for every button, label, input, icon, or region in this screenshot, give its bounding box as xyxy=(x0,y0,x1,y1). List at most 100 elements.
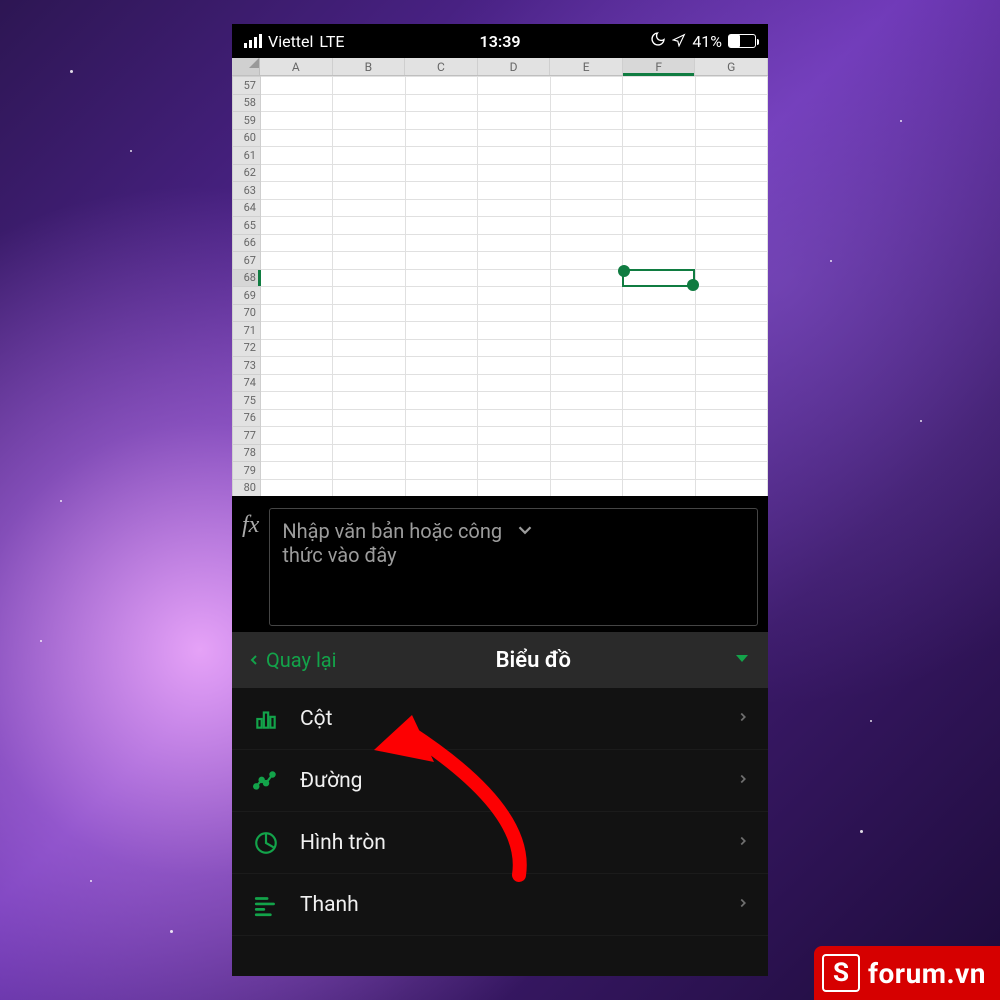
cell[interactable] xyxy=(478,339,550,357)
cell[interactable] xyxy=(695,339,767,357)
cell[interactable] xyxy=(550,339,622,357)
cell[interactable] xyxy=(623,94,695,112)
cell[interactable] xyxy=(405,252,477,270)
cell[interactable] xyxy=(478,392,550,410)
column-header-B[interactable]: B xyxy=(333,58,406,75)
cell[interactable] xyxy=(695,392,767,410)
cell[interactable] xyxy=(478,112,550,130)
cell[interactable] xyxy=(333,374,405,392)
spreadsheet[interactable]: ABCDEFG 57585960616263646566676869707172… xyxy=(232,58,768,496)
row-header[interactable]: 60 xyxy=(233,129,261,147)
cell[interactable] xyxy=(550,287,622,305)
cell[interactable] xyxy=(695,374,767,392)
cell[interactable] xyxy=(478,234,550,252)
cell[interactable] xyxy=(550,409,622,427)
cell[interactable] xyxy=(550,129,622,147)
cell[interactable] xyxy=(695,147,767,165)
cell[interactable] xyxy=(333,199,405,217)
cell[interactable] xyxy=(333,234,405,252)
cell[interactable] xyxy=(261,252,333,270)
column-header-C[interactable]: C xyxy=(405,58,478,75)
cell[interactable] xyxy=(623,304,695,322)
cell[interactable] xyxy=(405,427,477,445)
cell[interactable] xyxy=(478,322,550,340)
cell[interactable] xyxy=(695,182,767,200)
chart-type-hình-tròn[interactable]: Hình tròn xyxy=(232,812,768,874)
cell[interactable] xyxy=(695,304,767,322)
column-header-E[interactable]: E xyxy=(550,58,623,75)
cell[interactable] xyxy=(550,199,622,217)
cell[interactable] xyxy=(405,199,477,217)
cell[interactable] xyxy=(478,427,550,445)
cell[interactable] xyxy=(333,164,405,182)
cell[interactable] xyxy=(695,287,767,305)
cell[interactable] xyxy=(333,444,405,462)
cell[interactable] xyxy=(261,392,333,410)
row-header[interactable]: 71 xyxy=(233,322,261,340)
column-header-F[interactable]: F xyxy=(623,58,696,75)
cell[interactable] xyxy=(695,444,767,462)
row-header[interactable]: 64 xyxy=(233,199,261,217)
cell[interactable] xyxy=(550,374,622,392)
cell[interactable] xyxy=(333,339,405,357)
cell[interactable] xyxy=(550,304,622,322)
cell[interactable] xyxy=(478,129,550,147)
cell[interactable] xyxy=(261,164,333,182)
cell[interactable] xyxy=(261,444,333,462)
cell[interactable] xyxy=(405,129,477,147)
cell[interactable] xyxy=(695,129,767,147)
chart-type-đường[interactable]: Đường xyxy=(232,750,768,812)
cell[interactable] xyxy=(623,112,695,130)
cell[interactable] xyxy=(550,147,622,165)
row-header[interactable]: 76 xyxy=(233,409,261,427)
cell[interactable] xyxy=(261,199,333,217)
row-header[interactable]: 68 xyxy=(233,269,261,287)
cell[interactable] xyxy=(333,357,405,375)
cell[interactable] xyxy=(261,322,333,340)
row-header[interactable]: 69 xyxy=(233,287,261,305)
row-header[interactable]: 70 xyxy=(233,304,261,322)
cell[interactable] xyxy=(478,217,550,235)
row-header[interactable]: 78 xyxy=(233,444,261,462)
cell[interactable] xyxy=(623,164,695,182)
formula-input[interactable]: Nhập văn bản hoặc công thức vào đây xyxy=(269,508,758,626)
cell[interactable] xyxy=(261,234,333,252)
cell[interactable] xyxy=(261,304,333,322)
row-header[interactable]: 75 xyxy=(233,392,261,410)
cell[interactable] xyxy=(405,77,477,95)
back-button[interactable]: Quay lại xyxy=(246,648,337,672)
cell[interactable] xyxy=(623,287,695,305)
cell[interactable] xyxy=(261,112,333,130)
cell[interactable] xyxy=(333,479,405,496)
chart-type-thanh[interactable]: Thanh xyxy=(232,874,768,936)
cell[interactable] xyxy=(405,234,477,252)
cell[interactable] xyxy=(405,357,477,375)
cell[interactable] xyxy=(478,182,550,200)
row-header[interactable]: 66 xyxy=(233,234,261,252)
cell[interactable] xyxy=(695,199,767,217)
cell[interactable] xyxy=(623,427,695,445)
cell[interactable] xyxy=(623,479,695,496)
cell[interactable] xyxy=(405,444,477,462)
row-header[interactable]: 62 xyxy=(233,164,261,182)
cell[interactable] xyxy=(333,462,405,480)
cell[interactable] xyxy=(478,287,550,305)
cell[interactable] xyxy=(261,217,333,235)
cell[interactable] xyxy=(405,462,477,480)
column-header-A[interactable]: A xyxy=(260,58,333,75)
cell[interactable] xyxy=(695,77,767,95)
cell[interactable] xyxy=(478,304,550,322)
cell[interactable] xyxy=(695,269,767,287)
row-header[interactable]: 59 xyxy=(233,112,261,130)
cell[interactable] xyxy=(261,129,333,147)
cell[interactable] xyxy=(261,409,333,427)
cell[interactable] xyxy=(623,269,695,287)
cell[interactable] xyxy=(405,164,477,182)
cell[interactable] xyxy=(550,444,622,462)
cell[interactable] xyxy=(550,269,622,287)
column-header-G[interactable]: G xyxy=(695,58,768,75)
cell[interactable] xyxy=(261,339,333,357)
cell[interactable] xyxy=(550,217,622,235)
cell[interactable] xyxy=(623,392,695,410)
cell[interactable] xyxy=(623,147,695,165)
